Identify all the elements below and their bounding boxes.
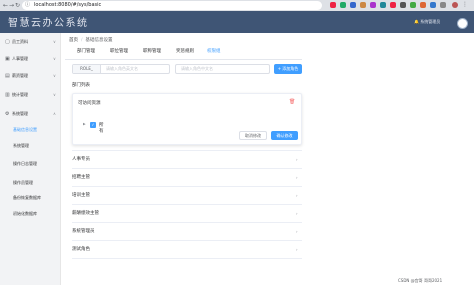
extension-icon[interactable] <box>420 2 426 8</box>
sidebar-item-system[interactable]: ⚙ 系统管理 ∧ <box>0 107 61 121</box>
chevron-right-icon: › <box>296 211 298 216</box>
role-prefix: ROLE_ <box>73 65 101 73</box>
chevron-up-icon: ∧ <box>53 111 56 116</box>
tab-divider <box>65 59 302 60</box>
role-row-recruit[interactable]: 招聘主管 › <box>72 169 302 187</box>
extension-icon[interactable] <box>330 2 336 8</box>
role-chinese-input[interactable]: 请输入角色中文名 <box>175 64 270 74</box>
chevron-down-icon: ∨ <box>53 39 56 44</box>
cancel-button[interactable]: 取消修改 <box>239 131 267 140</box>
extension-icon[interactable] <box>440 2 446 8</box>
money-icon: ▤ <box>5 73 10 79</box>
browser-toolbar: ← → ↻ ⓘ localhost:8080/#/sys/basic ⋮ <box>0 0 474 11</box>
extension-icon[interactable] <box>350 2 356 8</box>
user-name[interactable]: 🔔 系统管理员 <box>414 19 440 25</box>
address-bar[interactable]: ⓘ localhost:8080/#/sys/basic <box>22 1 322 10</box>
sidebar-item-personnel[interactable]: ▣ 人事管理 ∨ <box>0 52 61 66</box>
sidebar-item-salary[interactable]: ▤ 薪资管理 ∨ <box>0 69 61 83</box>
extension-icon[interactable] <box>430 2 436 8</box>
role-english-field[interactable]: ROLE_ 请输入角色英文名 <box>72 64 170 74</box>
sidebar-item-label: 薪资管理 <box>12 73 28 78</box>
role-row-admin[interactable]: 系统管理员 › <box>72 223 302 241</box>
breadcrumb-separator: / <box>81 38 83 43</box>
sidebar-item-employee[interactable]: ▢ 员工资料 ∨ <box>0 35 61 49</box>
role-label: 薪酬绩效主管 <box>72 211 99 216</box>
watermark: CSDN @宫哥 哥哥2021 <box>398 278 443 283</box>
avatar[interactable] <box>457 18 468 29</box>
card-title: 可访问资源 <box>78 101 101 106</box>
role-label: 系统管理员 <box>72 229 95 234</box>
breadcrumb-current: 基础信息设置 <box>85 38 113 43</box>
role-row-training[interactable]: 培训主管 › <box>72 187 302 205</box>
checkbox[interactable]: ✓ <box>90 122 96 128</box>
chevron-down-icon: ∨ <box>53 92 56 97</box>
bell-icon[interactable]: 🔔 <box>414 19 419 24</box>
role-label: 人事专员 <box>72 157 90 162</box>
role-label: 培训主管 <box>72 193 90 198</box>
tab-permissions[interactable]: 权限组 <box>207 48 221 54</box>
caret-right-icon[interactable]: ▶ <box>83 122 86 126</box>
people-icon: ▣ <box>5 56 10 62</box>
extension-icon[interactable] <box>370 2 376 8</box>
user-icon: ▢ <box>5 39 10 45</box>
role-label: 测试角色 <box>72 247 90 252</box>
forward-icon[interactable]: → <box>9 2 14 9</box>
role-english-input[interactable]: 请输入角色英文名 <box>106 65 138 73</box>
sidebar: ▢ 员工资料 ∨ ▣ 人事管理 ∨ ▤ 薪资管理 ∨ ▥ 统计管理 ∨ ⚙ 系统… <box>0 33 61 285</box>
role-row-test[interactable]: 测试角色 › <box>72 241 302 259</box>
breadcrumb: 首页 / 基础信息设置 <box>69 37 113 43</box>
extension-icon[interactable] <box>400 2 406 8</box>
extension-icon[interactable] <box>360 2 366 8</box>
chevron-down-icon: ∨ <box>53 73 56 78</box>
settings-icon: ⚙ <box>5 111 10 117</box>
sidebar-subitem-basic-settings[interactable]: 基础信息设置 <box>0 123 61 137</box>
back-icon[interactable]: ← <box>3 2 8 9</box>
tab-rewards[interactable]: 奖惩规则 <box>176 48 194 54</box>
trash-icon[interactable]: 🗑 <box>289 99 295 105</box>
resource-card: 可访问资源 🗑 ▶ ✓ 所有 取消修改 确认修改 <box>72 93 302 145</box>
extension-icon[interactable] <box>380 2 386 8</box>
chevron-right-icon: › <box>296 175 298 180</box>
role-row-compensation[interactable]: 薪酬绩效主管 › <box>72 205 302 223</box>
app-title: 智慧云办公系统 <box>8 18 89 29</box>
menu-icon[interactable]: ⋮ <box>462 1 468 8</box>
app-header: 智慧云办公系统 🔔 系统管理员 <box>0 11 474 33</box>
sidebar-subitem-operator[interactable]: 操作员管理 <box>0 176 61 190</box>
tab-position[interactable]: 职位管理 <box>110 48 128 54</box>
reload-icon[interactable]: ↻ <box>15 2 20 9</box>
chart-icon: ▥ <box>5 92 10 98</box>
tab-department[interactable]: 部门管理 <box>77 48 95 54</box>
breadcrumb-home[interactable]: 首页 <box>69 38 78 43</box>
sidebar-item-statistics[interactable]: ▥ 统计管理 ∨ <box>0 88 61 102</box>
sidebar-item-label: 系统管理 <box>12 111 28 116</box>
tree-node-label: 所有 <box>99 123 104 134</box>
role-label: 招聘主管 <box>72 175 90 180</box>
extension-icon[interactable] <box>340 2 346 8</box>
section-title: 部门列表 <box>72 83 90 88</box>
sidebar-subitem-backup[interactable]: 备份恢复数据库 <box>0 191 61 205</box>
add-role-button[interactable]: + 添加角色 <box>274 64 302 74</box>
chevron-right-icon: › <box>296 157 298 162</box>
sidebar-subitem-log[interactable]: 操作日志管理 <box>0 157 61 171</box>
extension-icon[interactable] <box>410 2 416 8</box>
role-row-hr[interactable]: 人事专员 › <box>72 151 302 169</box>
chevron-right-icon: › <box>296 247 298 252</box>
sidebar-item-label: 统计管理 <box>12 92 28 97</box>
site-info-icon[interactable]: ⓘ <box>25 1 30 10</box>
chevron-right-icon: › <box>296 193 298 198</box>
sidebar-subitem-system[interactable]: 系统管理 <box>0 139 61 153</box>
sidebar-item-label: 人事管理 <box>12 56 28 61</box>
chevron-down-icon: ∨ <box>53 56 56 61</box>
profile-icon[interactable] <box>452 2 458 8</box>
url-text: localhost:8080/#/sys/basic <box>34 2 102 8</box>
tab-title[interactable]: 职称管理 <box>143 48 161 54</box>
extension-icon[interactable] <box>390 2 396 8</box>
sidebar-item-label: 员工资料 <box>12 39 28 44</box>
sidebar-subitem-init-db[interactable]: 初始化数据库 <box>0 207 61 221</box>
confirm-button[interactable]: 确认修改 <box>271 131 298 140</box>
chevron-right-icon: › <box>296 229 298 234</box>
